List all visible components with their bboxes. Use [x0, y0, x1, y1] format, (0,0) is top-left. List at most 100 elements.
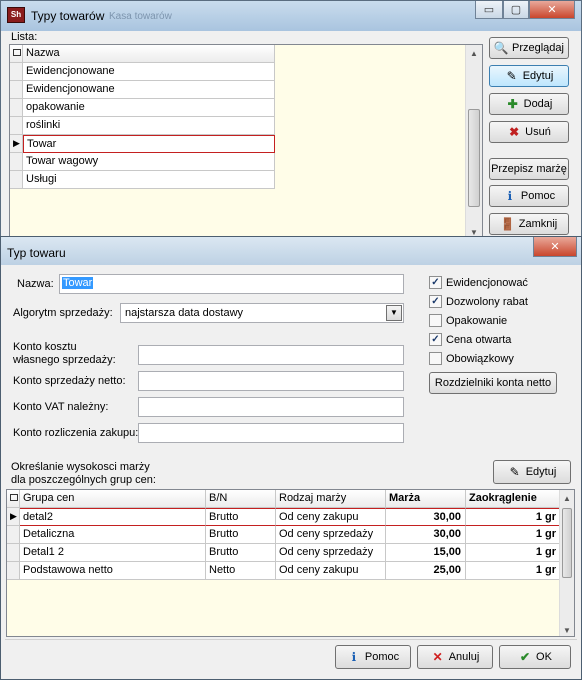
margins-scrollbar[interactable]: ▲ ▼ [559, 490, 574, 636]
scroll-thumb[interactable] [562, 508, 572, 578]
checkbox-label: Ewidencjonować [446, 276, 528, 289]
checkbox-item[interactable]: Opakowanie [429, 314, 507, 327]
table-cell-bn[interactable]: Brutto [206, 526, 276, 544]
scroll-down-icon[interactable]: ▼ [560, 622, 574, 636]
add-type-button[interactable]: ✚ Dodaj [489, 93, 569, 115]
table-cell-margin[interactable]: 25,00 [386, 562, 466, 580]
copy-margin-label: Przepisz marżę [491, 163, 567, 175]
table-cell-group[interactable]: Detaliczna [20, 526, 206, 544]
list-row-indicator[interactable] [10, 171, 23, 189]
close-top-button[interactable]: 🚪 Zamknij [489, 213, 569, 235]
help-top-button[interactable]: ℹ Pomoc [489, 185, 569, 207]
dialog-title: Typ towaru [7, 246, 66, 260]
checkbox[interactable] [429, 352, 442, 365]
table-cell-type[interactable]: Od ceny zakupu [276, 508, 386, 526]
checkbox-item[interactable]: Obowiązkowy [429, 352, 514, 365]
list-row-indicator[interactable] [10, 63, 23, 81]
app-logo-icon: Sh [7, 7, 25, 23]
list-item[interactable]: opakowanie [23, 99, 275, 117]
table-cell-rounding[interactable]: 1 gr [466, 544, 561, 562]
cancel-button[interactable]: ✕ Anuluj [417, 645, 493, 669]
close-icon: ✕ [547, 4, 557, 16]
table-cell-bn[interactable]: Netto [206, 562, 276, 580]
edit-margins-button[interactable]: ✎ Edytuj [493, 460, 571, 484]
table-cell-group[interactable]: Podstawowa netto [20, 562, 206, 580]
table-header[interactable]: B/N [206, 490, 276, 508]
edit-type-button[interactable]: ✎ Edytuj [489, 65, 569, 87]
close-window-button[interactable]: ✕ [529, 1, 575, 19]
browse-button[interactable]: 🔍 Przeglądaj [489, 37, 569, 59]
types-list-scrollbar[interactable]: ▲ ▼ [465, 45, 482, 238]
product-type-dialog: Typ towaru ✕ Nazwa: Towar Algorytm sprze… [0, 236, 582, 680]
list-item[interactable]: roślinki [23, 117, 275, 135]
checkbox[interactable]: ✓ [429, 333, 442, 346]
list-row-indicator[interactable]: ▶ [10, 135, 23, 153]
vat-account-input[interactable] [138, 397, 404, 417]
ok-button[interactable]: ✔ OK [499, 645, 571, 669]
copy-margin-button[interactable]: Przepisz marżę [489, 158, 569, 180]
list-row-indicator[interactable] [10, 99, 23, 117]
table-header[interactable]: Marża [386, 490, 466, 508]
table-cell-type[interactable]: Od ceny sprzedaży [276, 526, 386, 544]
table-cell-type[interactable]: Od ceny zakupu [276, 562, 386, 580]
list-item[interactable]: Usługi [23, 171, 275, 189]
table-header[interactable]: Rodzaj marży [276, 490, 386, 508]
settlement-account-input[interactable] [138, 423, 404, 443]
scroll-thumb[interactable] [468, 109, 480, 207]
table-row-indicator[interactable] [7, 544, 20, 562]
table-cell-group[interactable]: Detal1 2 [20, 544, 206, 562]
remove-type-button[interactable]: ✖ Usuń [489, 121, 569, 143]
table-row-indicator[interactable] [7, 526, 20, 544]
checkbox-item[interactable]: ✓ Dozwolony rabat [429, 295, 528, 308]
table-cell-margin[interactable]: 30,00 [386, 508, 466, 526]
list-header-name[interactable]: Nazwa [23, 45, 275, 63]
grid-icon [10, 494, 18, 501]
table-cell-margin[interactable]: 15,00 [386, 544, 466, 562]
name-input[interactable]: Towar [59, 274, 404, 294]
net-sales-account-input[interactable] [138, 371, 404, 391]
dialog-titlebar[interactable]: Typ towaru ✕ [1, 237, 581, 265]
margins-table[interactable]: Grupa cen B/N Rodzaj marży Marża Zaokrągleni… [6, 489, 575, 637]
list-row-indicator[interactable] [10, 81, 23, 99]
types-window-titlebar[interactable]: Sh Typy towarów Kasa towarów ▭ ▢ ✕ [1, 1, 581, 31]
ok-label: OK [536, 651, 552, 663]
checkbox-item[interactable]: ✓ Ewidencjonować [429, 276, 528, 289]
checkbox-item[interactable]: ✓ Cena otwarta [429, 333, 511, 346]
algorithm-select[interactable]: najstarsza data dostawy ▼ [120, 303, 404, 323]
help-dialog-label: Pomoc [364, 651, 400, 663]
cost-account-input[interactable] [138, 345, 404, 365]
table-cell-group[interactable]: detal2 [20, 508, 206, 526]
table-cell-type[interactable]: Od ceny sprzedaży [276, 544, 386, 562]
table-row-indicator[interactable]: ▶ [7, 508, 20, 526]
table-row-indicator[interactable] [7, 562, 20, 580]
minimize-button[interactable]: ▭ [475, 1, 503, 19]
chevron-down-icon[interactable]: ▼ [386, 305, 402, 321]
table-header[interactable]: Grupa cen [20, 490, 206, 508]
list-item[interactable]: Ewidencjonowane [23, 81, 275, 99]
table-header[interactable]: Zaokrąglenie [466, 490, 561, 508]
net-dividers-button[interactable]: Rozdzielniki konta netto [429, 372, 557, 394]
list-row-indicator[interactable] [10, 153, 23, 171]
table-cell-margin[interactable]: 30,00 [386, 526, 466, 544]
types-list[interactable]: Nazwa Ewidencjonowane Ewidencjonowane opak… [9, 44, 483, 239]
table-cell-bn[interactable]: Brutto [206, 544, 276, 562]
minimize-icon: ▭ [483, 4, 495, 16]
checkbox[interactable] [429, 314, 442, 327]
scroll-up-icon[interactable]: ▲ [560, 490, 574, 506]
list-item[interactable]: Ewidencjonowane [23, 63, 275, 81]
list-row-indicator[interactable] [10, 117, 23, 135]
table-cell-rounding[interactable]: 1 gr [466, 526, 561, 544]
maximize-button[interactable]: ▢ [503, 1, 529, 19]
dialog-close-button[interactable]: ✕ [533, 237, 577, 257]
help-dialog-button[interactable]: ℹ Pomoc [335, 645, 411, 669]
list-item[interactable]: Towar wagowy [23, 153, 275, 171]
table-cell-rounding[interactable]: 1 gr [466, 508, 561, 526]
net-dividers-label: Rozdzielniki konta netto [434, 377, 552, 389]
close-icon: ✕ [550, 241, 560, 253]
checkbox[interactable]: ✓ [429, 276, 442, 289]
table-cell-rounding[interactable]: 1 gr [466, 562, 561, 580]
table-cell-bn[interactable]: Brutto [206, 508, 276, 526]
checkbox[interactable]: ✓ [429, 295, 442, 308]
list-item[interactable]: Towar [23, 135, 275, 153]
scroll-up-icon[interactable]: ▲ [466, 45, 482, 61]
